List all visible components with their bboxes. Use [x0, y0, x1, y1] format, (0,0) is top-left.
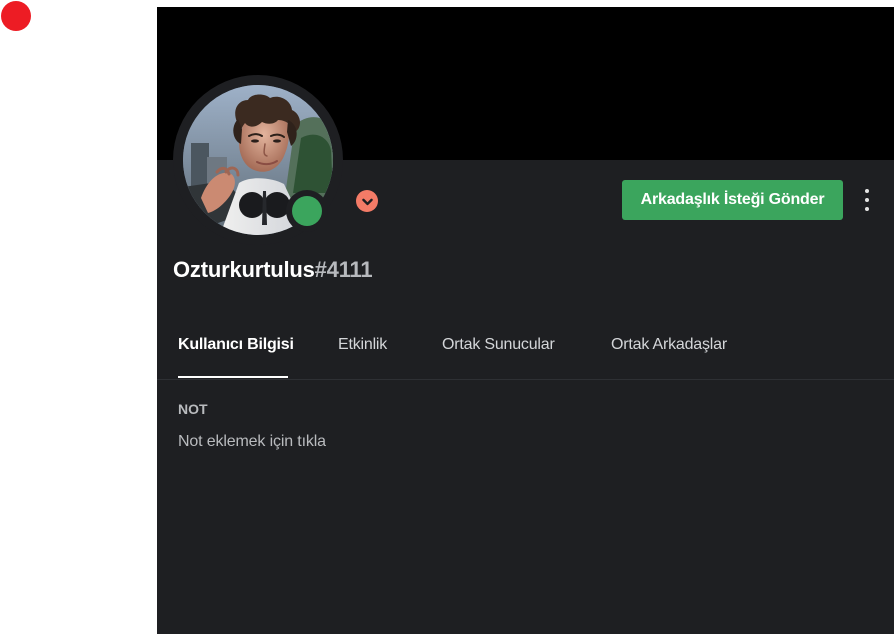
online-status-indicator — [292, 196, 322, 226]
tab-mutual-friends[interactable]: Ortak Arkadaşlar — [611, 334, 727, 379]
discriminator: #4111 — [314, 257, 373, 282]
chevron-down-icon[interactable] — [356, 190, 378, 212]
more-dot — [865, 207, 869, 211]
profile-tabs: Kullanıcı Bilgisi Etkinlik Ortak Sunucul… — [178, 329, 868, 379]
more-dot — [865, 198, 869, 202]
user-profile-modal: Arkadaşlık İsteği Gönder Ozturkurtulus#4… — [157, 7, 894, 634]
record-indicator — [1, 1, 31, 31]
more-dot — [865, 189, 869, 193]
profile-username: Ozturkurtulus#4111 — [173, 257, 373, 287]
active-tab-indicator — [178, 376, 288, 378]
send-friend-request-button[interactable]: Arkadaşlık İsteği Gönder — [622, 180, 843, 220]
tabs-divider — [157, 379, 894, 380]
note-heading: NOT — [178, 401, 208, 417]
tab-activity[interactable]: Etkinlik — [338, 334, 387, 379]
tab-user-info[interactable]: Kullanıcı Bilgisi — [178, 334, 294, 379]
more-vertical-icon[interactable] — [860, 187, 874, 213]
username: Ozturkurtulus — [173, 257, 315, 282]
tab-mutual-servers[interactable]: Ortak Sunucular — [442, 334, 555, 379]
note-input[interactable]: Not eklemek için tıkla — [178, 432, 478, 454]
